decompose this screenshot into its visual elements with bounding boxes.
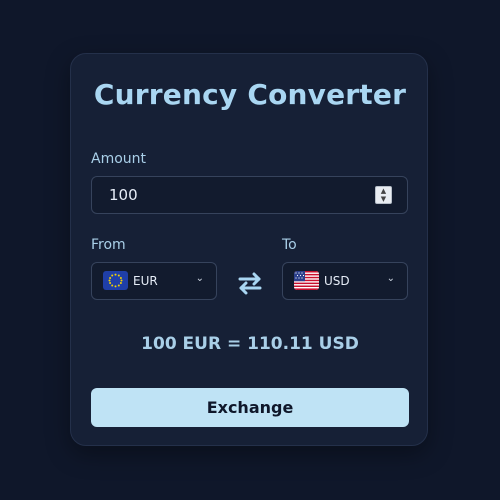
amount-input[interactable]: 100 ▲ ▼	[91, 176, 408, 214]
to-label: To	[282, 237, 297, 253]
chevron-down-icon: ⌄	[195, 273, 204, 284]
stepper-down-icon[interactable]: ▼	[376, 195, 391, 203]
page-title: Currency Converter	[93, 78, 407, 111]
to-currency-code: USD	[324, 274, 350, 288]
amount-label: Amount	[91, 151, 147, 167]
stepper-up-icon[interactable]: ▲	[376, 187, 391, 195]
eu-flag-icon	[103, 271, 128, 290]
chevron-down-icon: ⌄	[386, 273, 395, 284]
exchange-button[interactable]: Exchange	[91, 388, 409, 427]
from-currency-code: EUR	[133, 274, 158, 288]
conversion-result: 100 EUR = 110.11 USD	[141, 334, 359, 354]
to-currency-select[interactable]: USD ⌄	[282, 262, 408, 300]
amount-stepper[interactable]: ▲ ▼	[375, 186, 392, 204]
from-label: From	[91, 237, 126, 253]
amount-value: 100	[109, 186, 138, 204]
swap-arrows-icon[interactable]	[237, 271, 263, 295]
from-currency-select[interactable]: EUR ⌄	[91, 262, 217, 300]
us-flag-icon	[294, 271, 319, 290]
